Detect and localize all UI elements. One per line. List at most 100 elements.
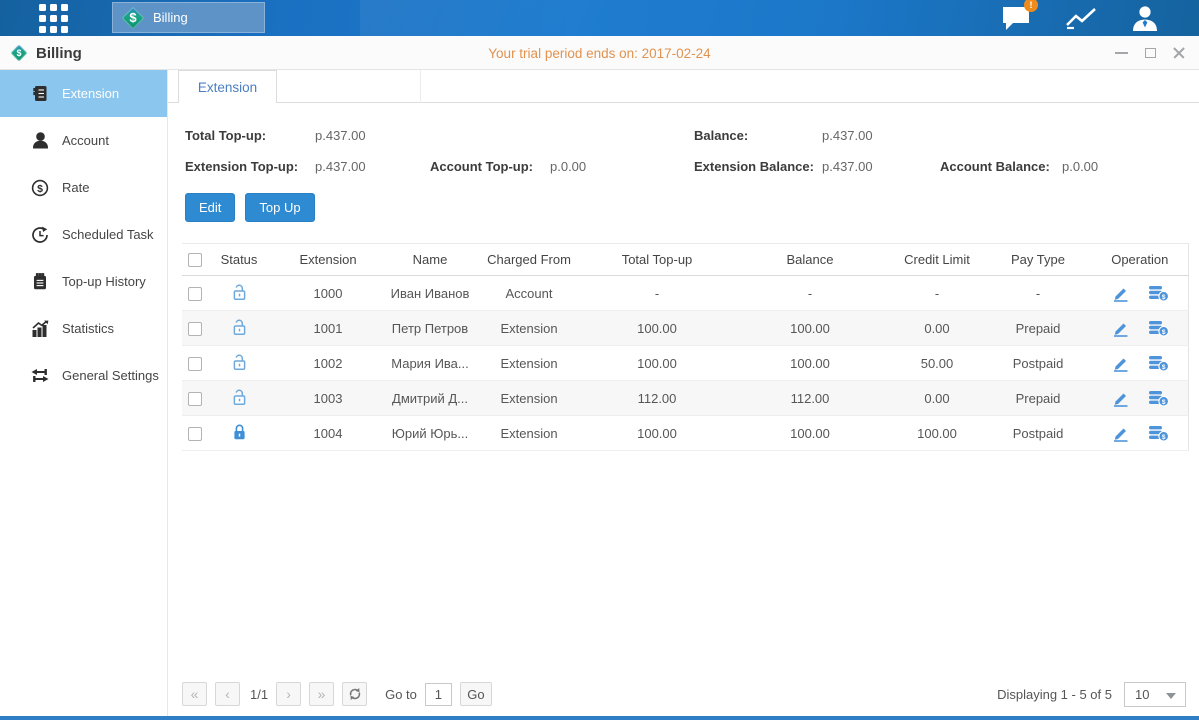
billing-app-icon: $ <box>10 44 28 62</box>
edit-row-icon[interactable] <box>1111 355 1130 372</box>
sidebar-item-account[interactable]: Account <box>0 117 167 164</box>
cell-balance: - <box>730 276 890 311</box>
resource-monitor-icon[interactable] <box>1064 5 1098 31</box>
topup-row-icon[interactable]: $ <box>1148 320 1169 337</box>
cell-pay-type: - <box>984 276 1092 311</box>
table-row: 1002 Мария Ива... Extension 100.00 100.0… <box>182 346 1188 381</box>
edit-button[interactable]: Edit <box>185 193 235 222</box>
sidebar-item-label: Rate <box>62 180 89 195</box>
sidebar-item-general-settings[interactable]: General Settings <box>0 352 167 399</box>
topup-row-icon[interactable]: $ <box>1148 390 1169 407</box>
tabbar: Extension <box>168 70 1199 103</box>
sidebar-item-scheduled-task[interactable]: Scheduled Task <box>0 211 167 258</box>
dollar-circle-icon: $ <box>30 179 50 197</box>
tab-extension[interactable]: Extension <box>178 70 277 103</box>
topup-button[interactable]: Top Up <box>245 193 314 222</box>
page-indicator: 1/1 <box>250 687 268 702</box>
cell-extension: 1000 <box>270 276 386 311</box>
edit-row-icon[interactable] <box>1111 320 1130 337</box>
unlocked-icon[interactable] <box>231 318 248 336</box>
exchange-arrows-icon <box>30 368 50 383</box>
goto-label: Go to <box>385 687 417 702</box>
user-account-icon[interactable] <box>1131 5 1159 32</box>
page-size-select[interactable]: 10 <box>1124 682 1186 707</box>
page-size-value: 10 <box>1125 687 1149 702</box>
cell-total-topup: 100.00 <box>584 346 730 381</box>
balance-value: p.437.00 <box>822 128 873 143</box>
balance-label: Balance: <box>694 128 822 143</box>
sidebar-item-statistics[interactable]: Statistics <box>0 305 167 352</box>
cell-extension: 1004 <box>270 416 386 451</box>
app-grid-icon[interactable] <box>30 3 76 33</box>
row-checkbox[interactable] <box>188 287 202 301</box>
col-pay-type: Pay Type <box>984 244 1092 276</box>
select-all-checkbox[interactable] <box>188 253 202 267</box>
svg-text:$: $ <box>1161 329 1165 336</box>
go-button[interactable]: Go <box>460 682 492 706</box>
svg-text:$: $ <box>1161 434 1165 441</box>
maximize-icon[interactable] <box>1142 45 1158 61</box>
cell-pay-type: Prepaid <box>984 381 1092 416</box>
sidebar-item-label: Statistics <box>62 321 114 336</box>
sidebar-item-label: Account <box>62 133 109 148</box>
dropdown-arrow-icon <box>1166 693 1176 699</box>
row-checkbox[interactable] <box>188 427 202 441</box>
col-name: Name <box>386 244 474 276</box>
minimize-icon[interactable] <box>1113 45 1129 61</box>
sidebar: Extension Account $ Rate Scheduled Task <box>0 70 168 716</box>
sidebar-item-extension[interactable]: Extension <box>0 70 167 117</box>
account-topup-value: p.0.00 <box>550 159 586 174</box>
displaying-text: Displaying 1 - 5 of 5 <box>997 687 1112 702</box>
cell-charged-from: Extension <box>474 416 584 451</box>
person-icon <box>30 132 50 149</box>
col-extension: Extension <box>270 244 386 276</box>
first-page-button[interactable]: « <box>182 682 207 706</box>
billing-diamond-icon: $ <box>122 7 144 29</box>
desktop-bottom-strip <box>0 716 1199 720</box>
unlocked-icon[interactable] <box>231 353 248 371</box>
refresh-button[interactable] <box>342 682 367 706</box>
sidebar-item-label: Extension <box>62 86 119 101</box>
summary-panel: Total Top-up: p.437.00 Balance: p.437.00… <box>185 120 1185 182</box>
next-page-button[interactable]: › <box>276 682 301 706</box>
notifications-chat-icon[interactable]: ! <box>1001 5 1031 31</box>
account-balance-label: Account Balance: <box>940 159 1062 174</box>
trial-period-notice: Your trial period ends on: 2017-02-24 <box>0 36 1199 70</box>
close-icon[interactable] <box>1171 45 1187 61</box>
topup-row-icon[interactable]: $ <box>1148 355 1169 372</box>
edit-row-icon[interactable] <box>1111 425 1130 442</box>
edit-row-icon[interactable] <box>1111 390 1130 407</box>
sidebar-item-rate[interactable]: $ Rate <box>0 164 167 211</box>
cell-extension: 1001 <box>270 311 386 346</box>
total-topup-label: Total Top-up: <box>185 128 315 143</box>
sidebar-item-label: Top-up History <box>62 274 146 289</box>
cell-charged-from: Extension <box>474 381 584 416</box>
topup-row-icon[interactable]: $ <box>1148 425 1169 442</box>
row-checkbox[interactable] <box>188 392 202 406</box>
cell-name: Петр Петров <box>386 311 474 346</box>
unlocked-icon[interactable] <box>231 388 248 406</box>
app-grid-dots <box>39 4 68 33</box>
col-balance: Balance <box>730 244 890 276</box>
row-checkbox[interactable] <box>188 357 202 371</box>
last-page-button[interactable]: » <box>309 682 334 706</box>
locked-icon[interactable] <box>231 423 248 441</box>
svg-text:$: $ <box>37 183 43 195</box>
cell-extension: 1002 <box>270 346 386 381</box>
cell-pay-type: Postpaid <box>984 346 1092 381</box>
pagination-bar: « ‹ 1/1 › » Go to Go Displaying 1 - 5 of… <box>182 680 1186 708</box>
topup-row-icon[interactable]: $ <box>1148 285 1169 302</box>
row-checkbox[interactable] <box>188 322 202 336</box>
unlocked-icon[interactable] <box>231 283 248 301</box>
tab-separator <box>420 70 421 103</box>
taskbar-tab-billing[interactable]: $ Billing <box>112 2 265 33</box>
bar-chart-arrow-icon <box>30 320 50 337</box>
edit-row-icon[interactable] <box>1111 285 1130 302</box>
goto-page-input[interactable] <box>425 683 452 706</box>
cell-credit-limit: 0.00 <box>890 381 984 416</box>
cell-credit-limit: 50.00 <box>890 346 984 381</box>
extension-topup-label: Extension Top-up: <box>185 159 315 174</box>
sidebar-item-topup-history[interactable]: Top-up History <box>0 258 167 305</box>
prev-page-button[interactable]: ‹ <box>215 682 240 706</box>
cell-name: Иван Иванов <box>386 276 474 311</box>
